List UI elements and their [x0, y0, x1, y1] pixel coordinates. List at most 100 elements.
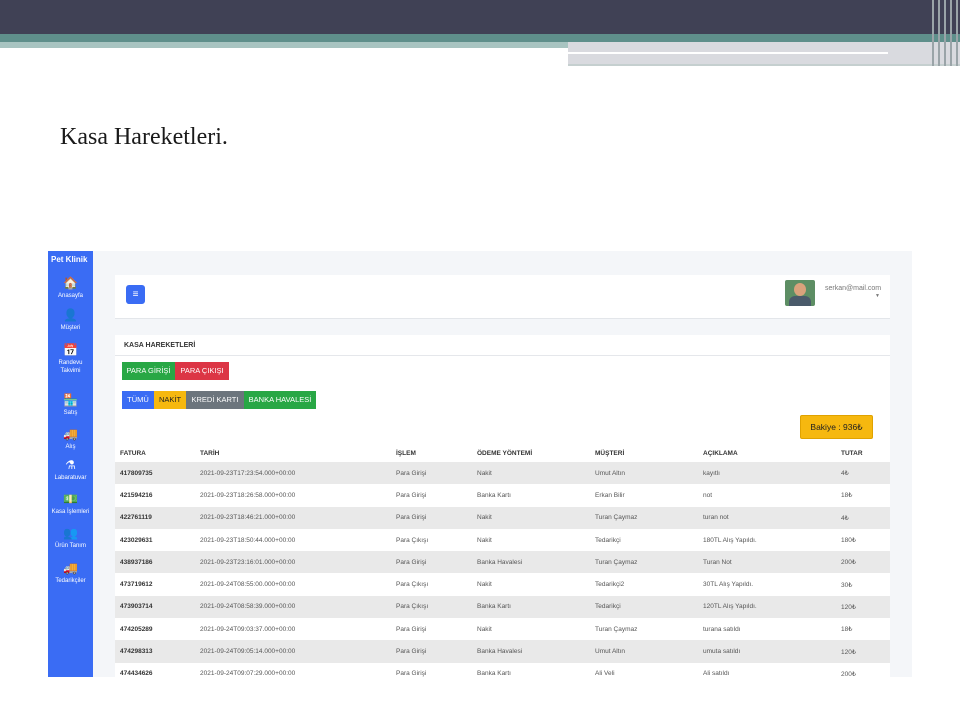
table-cell: 120₺	[841, 595, 890, 619]
table-cell: Para Girişi	[396, 670, 427, 677]
table-cell: Para Girişi	[396, 625, 427, 633]
menu-toggle-button[interactable]: ≡	[126, 285, 145, 304]
sidebar-item-label: Müşteri	[60, 325, 81, 331]
sidebar-item-label: Kasa İşlemleri	[51, 509, 90, 515]
card-title: KASA HAREKETLERİ	[124, 342, 196, 349]
table-cell: Umut Altın	[595, 462, 703, 485]
table-row[interactable]: 474205289 2021-09-24T09:03:37.000+00:00 Pa…	[115, 618, 890, 640]
table-row[interactable]: 474434626 2021-09-24T09:07:29.000+00:00 Pa…	[115, 663, 890, 677]
table-row[interactable]: 438937186 2021-09-23T23:16:01.000+00:00 Pa…	[115, 551, 890, 574]
sidebar-item-2[interactable]: 📅 Randevu Takvimi	[48, 343, 93, 375]
truck-icon: 🚚	[63, 561, 78, 575]
table-cell: Banka Havalesi	[477, 551, 595, 574]
table-cell: Turan Not	[703, 551, 841, 574]
sidebar-item-label: Anasayfa	[57, 293, 84, 299]
table-cell: 2021-09-24T08:55:00.000+00:00	[200, 581, 296, 589]
brand-logo[interactable]: Pet Klinik	[51, 255, 87, 264]
sidebar-item-1[interactable]: 👤 Müşteri	[48, 308, 93, 332]
column-header[interactable]: AÇIKLAMA	[703, 444, 841, 462]
column-header[interactable]: MÜŞTERİ	[595, 444, 703, 462]
sidebar-item-label: Randevu Takvimi	[58, 360, 83, 374]
filter-cash-button[interactable]: NAKİT	[154, 391, 186, 409]
table-cell: 2021-09-23T18:46:21.000+00:00	[200, 506, 396, 529]
column-header[interactable]: ÖDEME YÖNTEMİ	[477, 444, 595, 462]
cash-out-button[interactable]: PARA ÇIKIŞI	[175, 362, 229, 380]
table-cell: not	[703, 491, 713, 499]
table-row[interactable]: 473719612 2021-09-24T08:55:00.000+00:00 Pa…	[115, 573, 890, 595]
table-cell: Para Girişi	[396, 462, 477, 485]
table-cell: Tedarikçi	[595, 536, 621, 544]
table-cell: turan not	[703, 506, 841, 529]
sidebar-item-6[interactable]: 💵 Kasa İşlemleri	[48, 492, 93, 516]
table-row[interactable]: 417809735 2021-09-23T17:23:54.000+00:00 Pa…	[115, 462, 890, 485]
table-cell: Banka Havalesi	[477, 640, 595, 663]
truck-icon: 🚚	[63, 427, 78, 441]
table-cell: 474298313	[115, 640, 200, 663]
column-header[interactable]: İŞLEM	[396, 444, 477, 462]
table-cell: Nakit	[477, 581, 492, 589]
table-cell: Turan Çaymaz	[595, 625, 638, 633]
table-row[interactable]: 421594216 2021-09-23T18:26:58.000+00:00 Pa…	[115, 484, 890, 506]
sidebar-item-8[interactable]: 🚚 Tedarikçiler	[48, 561, 93, 585]
table-cell: 417809735	[115, 462, 200, 485]
table-cell: kayıtlı	[703, 462, 841, 485]
user-email[interactable]: serkan@mail.com	[825, 285, 881, 292]
table-cell: Erkan Bilir	[595, 491, 625, 499]
calendar-icon: 📅	[63, 343, 78, 357]
table-cell: Para Çıkışı	[396, 595, 477, 619]
table-cell: Banka Kartı	[477, 670, 511, 677]
table-cell: Para Girişi	[396, 551, 477, 574]
sidebar-item-5[interactable]: ⚗ Labaratuvar	[48, 458, 93, 482]
sidebar: Pet Klinik 🏠 Anasayfa 👤 Müşteri 📅 Randevu Tak…	[48, 251, 93, 677]
table-cell: 474434626	[120, 670, 153, 677]
slide-accent-line	[568, 64, 960, 66]
table-cell: Nakit	[477, 506, 595, 529]
sidebar-item-0[interactable]: 🏠 Anasayfa	[48, 276, 93, 300]
table-row[interactable]: 473903714 2021-09-24T08:58:39.000+00:00 Pa…	[115, 595, 890, 619]
table-cell: Para Çıkışı	[396, 581, 429, 589]
app-screenshot: Pet Klinik 🏠 Anasayfa 👤 Müşteri 📅 Randevu Tak…	[48, 251, 912, 677]
table-cell: 18₺	[841, 492, 853, 500]
chevron-down-icon[interactable]: ▼	[875, 293, 880, 299]
column-header[interactable]: TARİH	[200, 444, 396, 462]
filter-all-button[interactable]: TÜMÜ	[122, 391, 154, 409]
table-cell: 2021-09-23T18:26:58.000+00:00	[200, 491, 296, 499]
table-row[interactable]: 474298313 2021-09-24T09:05:14.000+00:00 Pa…	[115, 640, 890, 663]
table-cell: 2021-09-23T23:16:01.000+00:00	[200, 551, 396, 574]
slide-title: Kasa Hareketleri.	[60, 124, 228, 150]
column-header[interactable]: FATURA	[115, 444, 200, 462]
filter-credit-card-button[interactable]: KREDİ KARTI	[186, 391, 244, 409]
sidebar-item-7[interactable]: 👥 Ürün Tanım	[48, 526, 93, 550]
cash-table: FATURA TARİH İŞLEM ÖDEME YÖNTEMİ MÜŞTERİ AÇIK…	[115, 444, 890, 677]
sidebar-item-3[interactable]: 🏪 Satış	[48, 393, 93, 417]
sidebar-item-label: Tedarikçiler	[55, 578, 86, 584]
table-cell: 2021-09-24T09:07:29.000+00:00	[200, 670, 296, 677]
table-cell: Ali Veli	[595, 670, 615, 677]
column-header[interactable]: TUTAR	[841, 444, 890, 462]
table-cell: 2021-09-23T17:23:54.000+00:00	[200, 462, 396, 485]
cash-in-button[interactable]: PARA GİRİŞİ	[122, 362, 175, 380]
table-cell: 30₺	[841, 581, 853, 589]
table-cell: Nakit	[477, 462, 595, 485]
slide-accent-line	[568, 52, 888, 54]
table-cell: 200₺	[841, 551, 890, 574]
avatar[interactable]	[785, 280, 815, 306]
table-cell: 422761119	[115, 506, 200, 529]
table-cell: 2021-09-24T08:58:39.000+00:00	[200, 595, 396, 619]
table-cell: 2021-09-24T09:05:14.000+00:00	[200, 640, 396, 663]
slide-accent-vlines	[930, 0, 960, 66]
table-cell: 30TL Alış Yapıldı.	[703, 581, 754, 589]
table-cell: 200₺	[841, 670, 856, 677]
divider	[115, 355, 890, 356]
table-cell: Tedarikçi	[595, 595, 703, 619]
table-row[interactable]: 422761119 2021-09-23T18:46:21.000+00:00 Pa…	[115, 506, 890, 529]
table-cell: Para Girişi	[396, 491, 427, 499]
top-header: ≡ serkan@mail.com ▼	[115, 275, 890, 319]
table-cell: Turan Çaymaz	[595, 506, 703, 529]
table-cell: Turan Çaymaz	[595, 551, 703, 574]
sidebar-item-4[interactable]: 🚚 Alış	[48, 427, 93, 451]
table-cell: 2021-09-23T18:50:44.000+00:00	[200, 536, 296, 544]
filter-bank-transfer-button[interactable]: BANKA HAVALESİ	[244, 391, 316, 409]
table-cell: Para Çıkışı	[396, 536, 429, 544]
table-row[interactable]: 423029631 2021-09-23T18:50:44.000+00:00 Pa…	[115, 529, 890, 551]
